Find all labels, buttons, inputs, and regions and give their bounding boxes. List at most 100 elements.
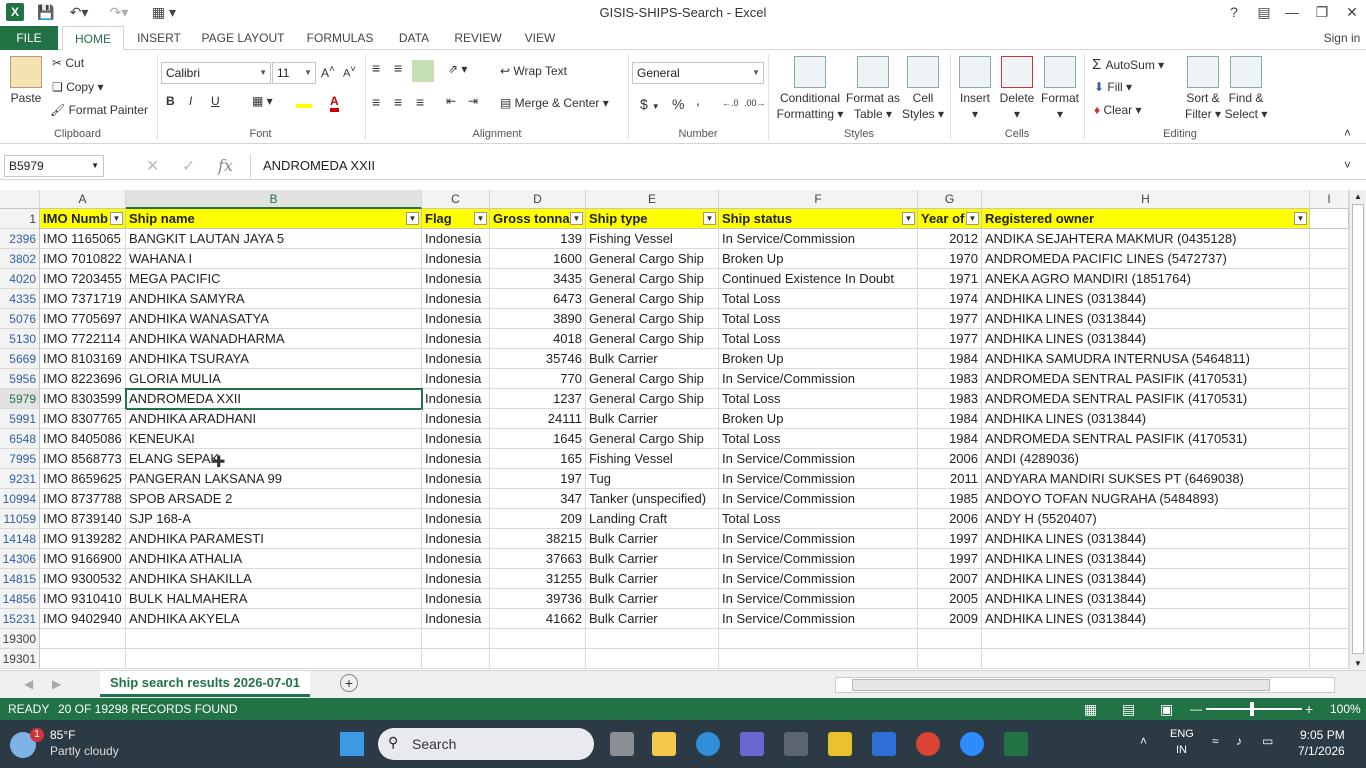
table-cell[interactable]: Indonesia: [422, 469, 490, 489]
h-scroll-thumb[interactable]: [852, 679, 1270, 691]
table-cell[interactable]: [1310, 229, 1349, 249]
table-cell[interactable]: [1310, 249, 1349, 269]
increase-indent-icon[interactable]: ⇥: [468, 94, 478, 108]
table-cell[interactable]: 35746: [490, 349, 586, 369]
table-cell[interactable]: KENEUKAI: [126, 429, 422, 449]
table-cell[interactable]: [586, 629, 719, 649]
table-cell[interactable]: ANDHIKA SAMYRA: [126, 289, 422, 309]
table-cell[interactable]: [1310, 609, 1349, 629]
camera-icon[interactable]: [784, 732, 808, 756]
table-cell[interactable]: GLORIA MULIA: [126, 369, 422, 389]
row-header[interactable]: 11059: [0, 509, 40, 529]
row-header[interactable]: 7995: [0, 449, 40, 469]
table-cell[interactable]: In Service/Commission: [719, 529, 918, 549]
table-cell[interactable]: Broken Up: [719, 349, 918, 369]
row-header[interactable]: 10994: [0, 489, 40, 509]
table-cell[interactable]: 4018: [490, 329, 586, 349]
tab-data[interactable]: DATA: [392, 26, 436, 50]
table-cell[interactable]: 1983: [918, 389, 982, 409]
table-cell[interactable]: Total Loss: [719, 289, 918, 309]
table-cell[interactable]: Total Loss: [719, 329, 918, 349]
language-indicator[interactable]: ENG: [1170, 728, 1194, 740]
row-header[interactable]: 5979: [0, 389, 40, 409]
add-sheet-icon[interactable]: +: [340, 674, 358, 692]
table-cell[interactable]: Bulk Carrier: [586, 589, 719, 609]
shrink-font-icon[interactable]: A˅: [343, 64, 356, 80]
table-cell[interactable]: Indonesia: [422, 249, 490, 269]
table-cell[interactable]: ANDHIKA ARADHANI: [126, 409, 422, 429]
decrease-indent-icon[interactable]: ⇤: [446, 94, 456, 108]
table-cell[interactable]: Indonesia: [422, 369, 490, 389]
volume-icon[interactable]: ♪: [1236, 734, 1242, 748]
row-header[interactable]: 14306: [0, 549, 40, 569]
sort-filter-button[interactable]: Sort & Filter ▾: [1180, 56, 1226, 122]
minimize-button[interactable]: —: [1278, 0, 1306, 24]
tab-home[interactable]: HOME: [62, 26, 124, 51]
font-name-combo[interactable]: Calibri ▼: [161, 62, 271, 84]
table-cell[interactable]: General Cargo Ship: [586, 369, 719, 389]
table-cell[interactable]: Bulk Carrier: [586, 569, 719, 589]
font-color-icon[interactable]: A: [330, 94, 339, 112]
bold-button[interactable]: B: [166, 94, 175, 108]
table-cell[interactable]: [1310, 269, 1349, 289]
table-cell[interactable]: Bulk Carrier: [586, 609, 719, 629]
table-cell[interactable]: [1310, 289, 1349, 309]
currency-button[interactable]: $ ▼: [640, 96, 660, 112]
table-cell[interactable]: [40, 649, 126, 669]
format-painter-button[interactable]: 🖌 Format Painter: [50, 103, 148, 117]
zoom-in-button[interactable]: +: [1305, 698, 1313, 720]
sticky-notes-icon[interactable]: [828, 732, 852, 756]
table-cell[interactable]: ANDHIKA LINES (0313844): [982, 549, 1310, 569]
format-as-table-button[interactable]: Format as Table ▾: [844, 56, 902, 122]
table-cell[interactable]: 1984: [918, 409, 982, 429]
table-cell[interactable]: ANDHIKA SAMUDRA INTERNUSA (5464811): [982, 349, 1310, 369]
header-cell[interactable]: Ship status ▼: [719, 209, 918, 229]
tab-view[interactable]: VIEW: [518, 26, 562, 50]
table-cell[interactable]: ANDHIKA LINES (0313844): [982, 609, 1310, 629]
table-cell[interactable]: ANDHIKA PARAMESTI: [126, 529, 422, 549]
table-cell[interactable]: General Cargo Ship: [586, 249, 719, 269]
table-cell[interactable]: Indonesia: [422, 609, 490, 629]
remote-desktop-icon[interactable]: [872, 732, 896, 756]
table-cell[interactable]: [982, 649, 1310, 669]
table-cell[interactable]: 1997: [918, 529, 982, 549]
copy-button[interactable]: ❏ Copy ▾: [52, 80, 103, 94]
table-cell[interactable]: Broken Up: [719, 249, 918, 269]
align-right-icon[interactable]: ≡: [416, 94, 424, 110]
table-cell[interactable]: ANDROMEDA SENTRAL PASIFIK (4170531): [982, 369, 1310, 389]
edge-icon[interactable]: [696, 732, 720, 756]
table-cell[interactable]: 2011: [918, 469, 982, 489]
table-cell[interactable]: [126, 629, 422, 649]
row-header[interactable]: 5076: [0, 309, 40, 329]
row-header[interactable]: 5669: [0, 349, 40, 369]
table-cell[interactable]: ANDHIKA ATHALIA: [126, 549, 422, 569]
table-cell[interactable]: 38215: [490, 529, 586, 549]
autosum-button[interactable]: Σ AutoSum ▾: [1092, 56, 1164, 73]
cut-button[interactable]: ✂ Cut: [52, 56, 84, 70]
table-cell[interactable]: 3435: [490, 269, 586, 289]
table-cell[interactable]: Bulk Carrier: [586, 349, 719, 369]
table-cell[interactable]: 1600: [490, 249, 586, 269]
table-cell[interactable]: 6473: [490, 289, 586, 309]
table-cell[interactable]: [1310, 369, 1349, 389]
table-cell[interactable]: 1971: [918, 269, 982, 289]
row-header[interactable]: 4020: [0, 269, 40, 289]
table-cell[interactable]: Indonesia: [422, 489, 490, 509]
row-header[interactable]: 19301: [0, 649, 40, 669]
table-cell[interactable]: Total Loss: [719, 429, 918, 449]
table-cell[interactable]: [1310, 389, 1349, 409]
table-cell[interactable]: [918, 649, 982, 669]
table-cell[interactable]: Indonesia: [422, 529, 490, 549]
table-cell[interactable]: [918, 629, 982, 649]
column-header[interactable]: C: [422, 190, 490, 209]
middle-align-icon[interactable]: ≡: [394, 60, 402, 76]
borders-icon[interactable]: ▦ ▾: [252, 94, 273, 108]
table-cell[interactable]: [1310, 449, 1349, 469]
help-button[interactable]: ?: [1220, 0, 1248, 24]
header-cell[interactable]: Year of ▼: [918, 209, 982, 229]
comma-button[interactable]: ,: [696, 92, 700, 108]
table-cell[interactable]: [1310, 329, 1349, 349]
row-header[interactable]: 6548: [0, 429, 40, 449]
table-cell[interactable]: IMO 1165065: [40, 229, 126, 249]
zoom-slider[interactable]: [1206, 708, 1302, 710]
